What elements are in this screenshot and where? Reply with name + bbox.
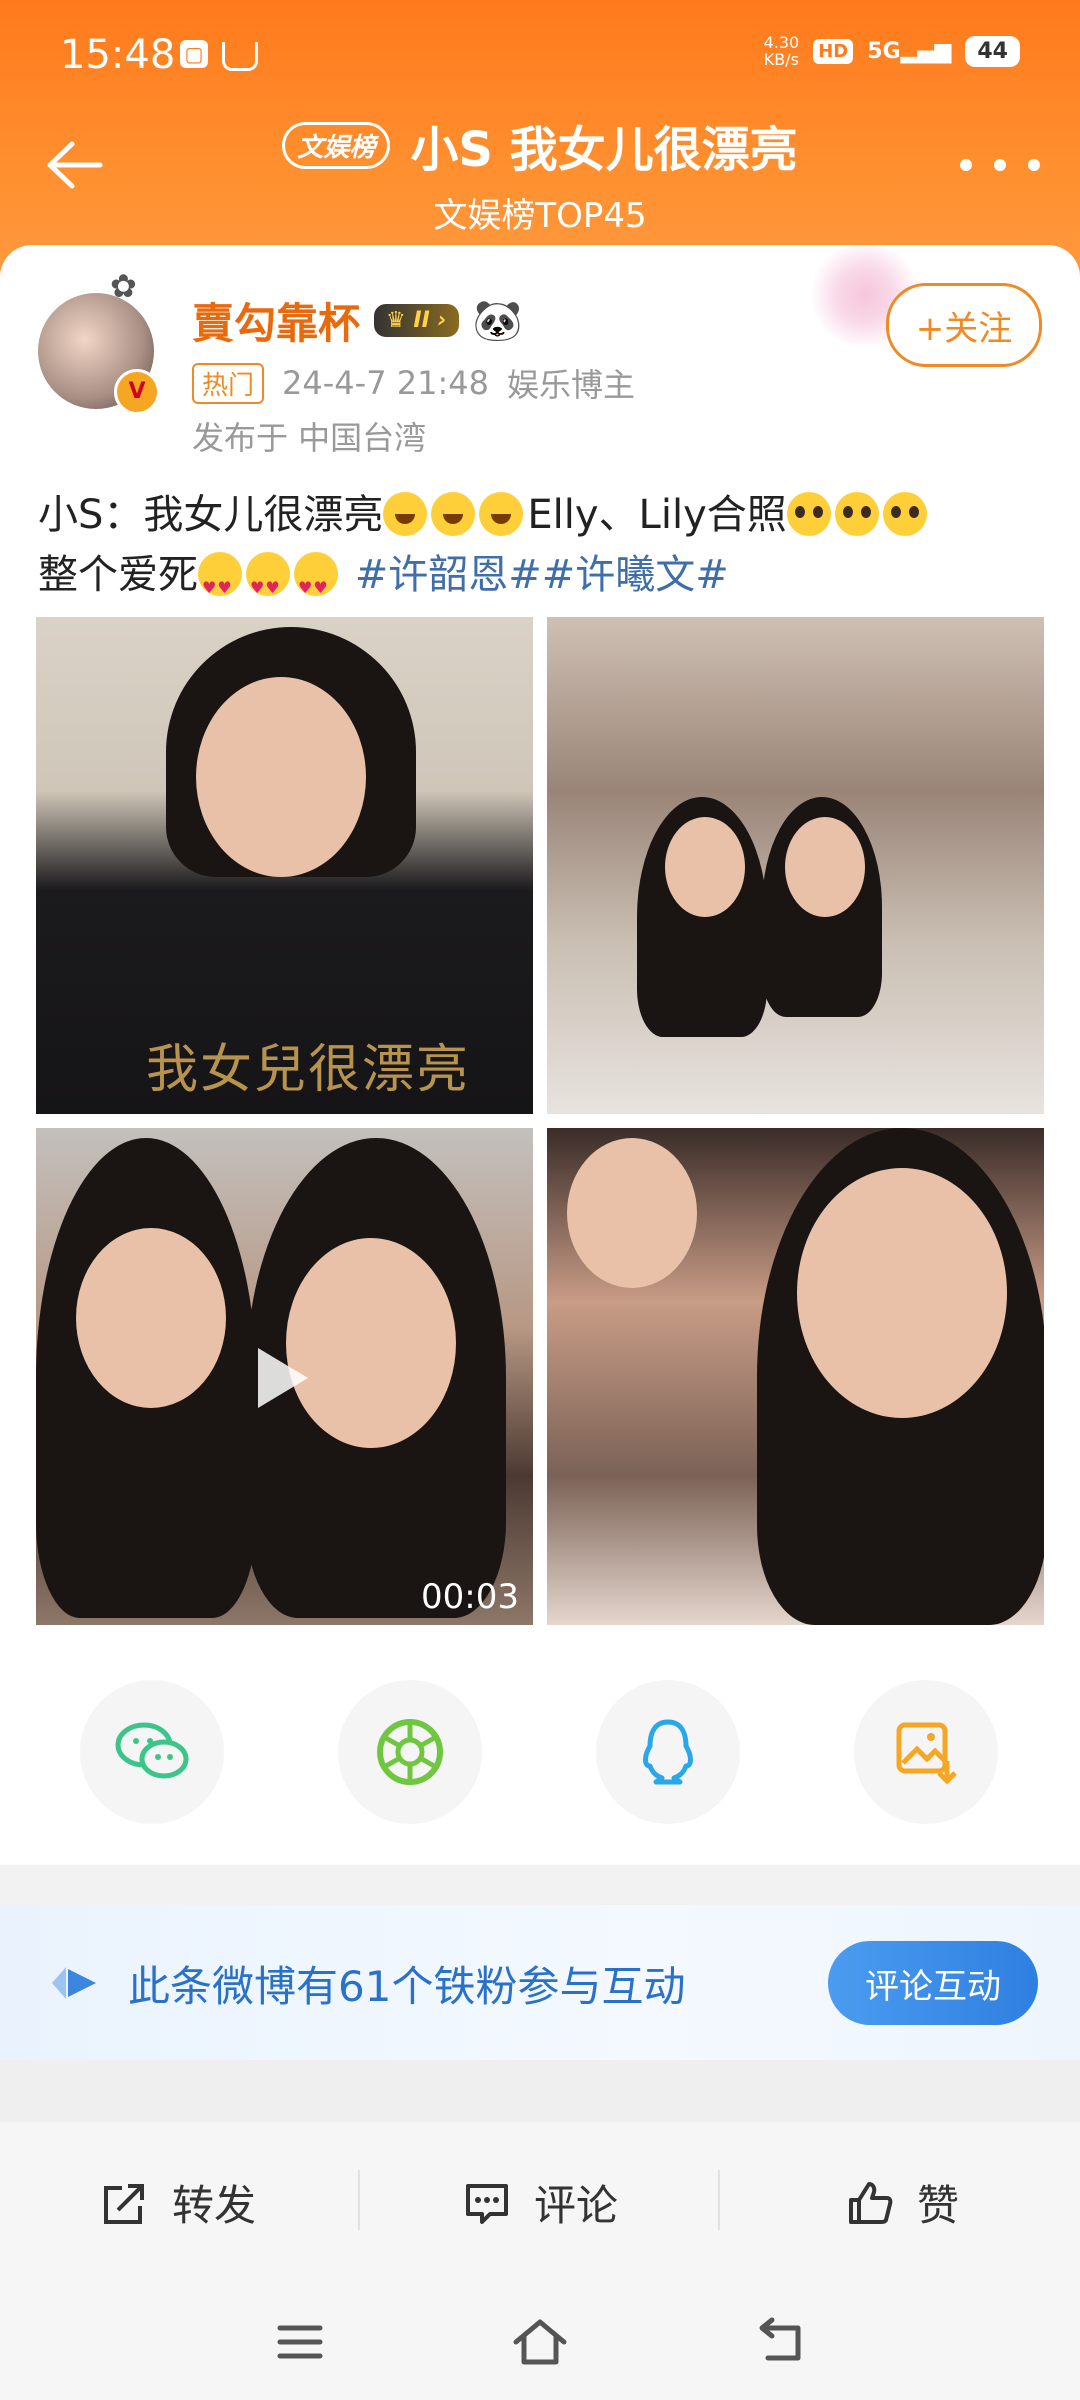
wechat-icon bbox=[115, 1722, 189, 1779]
pleading-emoji-icon bbox=[786, 492, 831, 536]
vip-level: II bbox=[413, 308, 430, 333]
follow-label: +关注 bbox=[915, 308, 1013, 349]
image-grid: 我女兒很漂亮 00:03 bbox=[36, 617, 1044, 1625]
post-text-part2: Elly、Lily合照 bbox=[527, 492, 787, 538]
post-location: 发布于 中国台湾 bbox=[192, 419, 427, 457]
fan-icon bbox=[52, 1967, 96, 1999]
ranking-subtitle: 文娱榜TOP45 bbox=[433, 196, 647, 236]
divider bbox=[358, 2170, 360, 2230]
hd-badge: HD bbox=[813, 38, 854, 64]
header-bar: 15:48 ▢ 4.30 KB/s HD 5G▂▄▆ 44 文娱榜 小S 我女儿… bbox=[0, 0, 1080, 280]
status-time: 15:48 bbox=[60, 32, 176, 78]
battery-icon: 44 bbox=[965, 35, 1020, 67]
hashtag-link[interactable]: #许韶恩##许曦文# bbox=[355, 552, 729, 598]
panda-icon: 🐼 bbox=[472, 298, 523, 344]
fan-interaction-text: 此条微博有61个铁粉参与互动 bbox=[128, 1962, 686, 2011]
video-duration: 00:03 bbox=[421, 1577, 519, 1617]
author-role: 娱乐博主 bbox=[506, 366, 635, 404]
avatar-pendant-icon: ✿ bbox=[110, 267, 137, 305]
pleading-emoji-icon bbox=[882, 492, 927, 536]
share-moments-button[interactable] bbox=[338, 1680, 482, 1824]
network-speed: 4.30 KB/s bbox=[764, 34, 800, 68]
like-button[interactable]: 赞 bbox=[845, 2172, 959, 2233]
image-face bbox=[286, 1238, 456, 1448]
divider bbox=[0, 2060, 1080, 2122]
shirt-text: 我女兒很漂亮 bbox=[146, 1040, 471, 1100]
repost-label: 转发 bbox=[172, 2181, 257, 2230]
menu-icon[interactable] bbox=[270, 2312, 330, 2372]
laughing-emoji-icon bbox=[431, 492, 476, 536]
signal-icon: 5G▂▄▆ bbox=[867, 38, 952, 64]
follow-button[interactable]: +关注 bbox=[886, 283, 1042, 367]
network-type: 5G bbox=[867, 38, 901, 64]
speed-unit: KB/s bbox=[763, 50, 799, 69]
page-title-block: 文娱榜 小S 我女儿很漂亮 文娱榜TOP45 bbox=[0, 110, 1080, 237]
laughing-emoji-icon bbox=[479, 492, 524, 536]
vip-badge: ♛ II › bbox=[374, 304, 459, 337]
back-nav-icon[interactable] bbox=[750, 2312, 810, 2372]
post-meta: 热门 24-4-7 21:48 娱乐博主 bbox=[192, 360, 635, 406]
heart-eyes-emoji-icon bbox=[246, 552, 290, 618]
repost-button[interactable]: 转发 bbox=[100, 2172, 256, 2233]
image-face bbox=[196, 677, 366, 877]
notification-icon: ▢ bbox=[180, 40, 208, 68]
system-navigation-bar bbox=[0, 2282, 1080, 2400]
avatar[interactable]: V bbox=[38, 293, 160, 415]
post-action-bar: 转发 评论 赞 bbox=[0, 2122, 1080, 2282]
post-image-1[interactable]: 我女兒很漂亮 bbox=[36, 617, 533, 1114]
share-row bbox=[0, 1680, 1080, 1830]
divider bbox=[718, 2170, 720, 2230]
heart-eyes-emoji-icon bbox=[294, 552, 338, 618]
post-text-part1: 小S：我女儿很漂亮 bbox=[38, 492, 384, 538]
image-face bbox=[665, 817, 745, 917]
heart-eyes-emoji-icon bbox=[198, 552, 242, 618]
like-label: 赞 bbox=[917, 2181, 960, 2230]
status-right: 4.30 KB/s HD 5G▂▄▆ 44 bbox=[764, 34, 1020, 68]
verified-badge-icon: V bbox=[114, 369, 160, 415]
comment-button[interactable]: 评论 bbox=[462, 2172, 618, 2233]
save-image-button[interactable] bbox=[854, 1680, 998, 1824]
play-icon[interactable] bbox=[258, 1348, 308, 1408]
image-face bbox=[76, 1228, 226, 1408]
thumbs-up-icon bbox=[849, 2181, 893, 2224]
comment-interact-button[interactable]: 评论互动 bbox=[828, 1941, 1038, 2025]
post-datetime: 24-4-7 21:48 bbox=[282, 364, 489, 402]
hot-tag: 热门 bbox=[192, 362, 265, 404]
username-row: 賣勾靠杯 ♛ II › 🐼 bbox=[192, 290, 522, 351]
image-face bbox=[567, 1138, 697, 1288]
status-bar: 15:48 ▢ 4.30 KB/s HD 5G▂▄▆ 44 bbox=[0, 0, 1080, 110]
post-image-2[interactable] bbox=[547, 617, 1044, 1114]
post-video-thumbnail[interactable]: 00:03 bbox=[36, 1128, 533, 1625]
home-icon[interactable] bbox=[510, 2312, 570, 2372]
comment-label: 评论 bbox=[534, 2181, 619, 2230]
qq-icon bbox=[643, 1719, 693, 1785]
post-text: 小S：我女儿很漂亮 Elly、Lily合照 整个爱死 #许韶恩##许曦文# bbox=[38, 485, 1048, 618]
page-title: 文娱榜 小S 我女儿很漂亮 bbox=[282, 110, 798, 180]
comment-icon bbox=[466, 2183, 508, 2224]
username[interactable]: 賣勾靠杯 bbox=[192, 290, 360, 351]
image-face bbox=[797, 1168, 1007, 1418]
post-text-part3: 整个爱死 bbox=[38, 552, 198, 598]
more-options-icon[interactable] bbox=[960, 150, 1040, 180]
save-image-icon bbox=[896, 1722, 957, 1785]
speed-value: 4.30 bbox=[763, 33, 800, 52]
share-wechat-button[interactable] bbox=[80, 1680, 224, 1824]
repost-icon bbox=[104, 2183, 144, 2224]
pleading-emoji-icon bbox=[834, 492, 879, 536]
post-image-4[interactable] bbox=[547, 1128, 1044, 1625]
laughing-emoji-icon bbox=[383, 492, 428, 536]
topic-title: 小S 我女儿很漂亮 bbox=[410, 122, 798, 178]
fan-interaction-banner: 此条微博有61个铁粉参与互动 评论互动 bbox=[0, 1905, 1080, 2060]
share-qq-button[interactable] bbox=[596, 1680, 740, 1824]
post-card: V ✿ 賣勾靠杯 ♛ II › 🐼 热门 24-4-7 21:48 娱乐博主 发… bbox=[0, 245, 1080, 1865]
image-face bbox=[785, 817, 865, 917]
moments-icon bbox=[377, 1719, 443, 1785]
app-notification-icon bbox=[222, 42, 258, 71]
list-badge: 文娱榜 bbox=[282, 121, 391, 169]
